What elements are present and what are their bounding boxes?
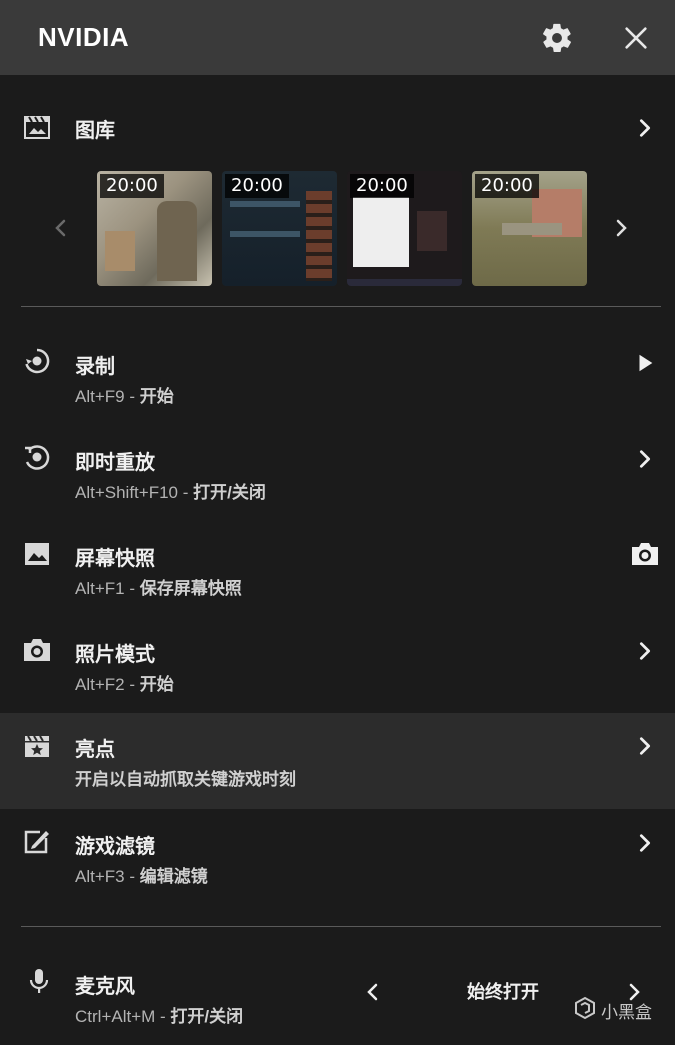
gallery-thumbnail[interactable]: 20:00 — [347, 171, 462, 286]
photo-mode-label: 照片模式 — [75, 644, 155, 666]
game-filter-icon — [24, 830, 49, 854]
chevron-right-icon[interactable] — [634, 640, 656, 662]
gallery-next-icon[interactable] — [612, 218, 630, 238]
close-icon[interactable] — [622, 24, 650, 52]
highlights-clapper-icon — [25, 735, 49, 757]
play-icon[interactable] — [634, 352, 656, 374]
section-divider — [21, 306, 661, 307]
screenshot-label: 屏幕快照 — [75, 548, 155, 570]
thumbnail-time: 20:00 — [350, 174, 414, 198]
watermark-text: 小黑盒 — [601, 1003, 652, 1022]
microphone-mode-prev-icon[interactable] — [364, 981, 382, 1003]
game-filter-label: 游戏滤镜 — [75, 836, 155, 858]
microphone-icon — [29, 969, 49, 993]
screenshot-shortcut: Alt+F1 - 保存屏幕快照 — [75, 579, 242, 598]
gallery-thumbnail[interactable]: 20:00 — [222, 171, 337, 286]
gallery-thumbnail[interactable]: 20:00 — [472, 171, 587, 286]
microphone-shortcut: Ctrl+Alt+M - 打开/关闭 — [75, 1007, 244, 1026]
photo-mode-shortcut: Alt+F2 - 开始 — [75, 675, 174, 694]
thumbnail-time: 20:00 — [100, 174, 164, 198]
instant-replay-row[interactable]: 即时重放 Alt+Shift+F10 - 打开/关闭 — [0, 426, 675, 521]
thumbnail-time: 20:00 — [475, 174, 539, 198]
section-divider — [21, 926, 661, 927]
thumbnail-time: 20:00 — [225, 174, 289, 198]
game-filter-shortcut: Alt+F3 - 编辑滤镜 — [75, 867, 208, 886]
gallery-label: 图库 — [75, 120, 115, 142]
instant-replay-shortcut: Alt+Shift+F10 - 打开/关闭 — [75, 483, 266, 502]
app-title: NVIDIA — [38, 22, 130, 52]
game-filter-row[interactable]: 游戏滤镜 Alt+F3 - 编辑滤镜 — [0, 810, 675, 905]
record-label: 录制 — [75, 356, 115, 378]
header-bar: NVIDIA — [0, 0, 675, 75]
highlights-label: 亮点 — [75, 739, 115, 761]
gallery-icon — [24, 116, 50, 139]
record-shortcut: Alt+F9 - 开始 — [75, 387, 174, 406]
chevron-right-icon[interactable] — [634, 832, 656, 854]
photo-mode-row[interactable]: 照片模式 Alt+F2 - 开始 — [0, 618, 675, 713]
instant-replay-icon — [25, 445, 50, 470]
image-icon — [25, 543, 49, 565]
gear-icon[interactable] — [540, 21, 574, 55]
photo-mode-camera-icon — [24, 639, 50, 661]
record-row[interactable]: 录制 Alt+F9 - 开始 — [0, 330, 675, 425]
instant-replay-label: 即时重放 — [75, 452, 155, 474]
chevron-right-icon[interactable] — [634, 735, 656, 757]
highlights-row[interactable]: 亮点 开启以自动抓取关键游戏时刻 — [0, 713, 675, 809]
record-icon — [25, 348, 50, 374]
screenshot-row[interactable]: 屏幕快照 Alt+F1 - 保存屏幕快照 — [0, 522, 675, 617]
watermark-logo-icon — [575, 996, 595, 1020]
camera-icon[interactable] — [630, 540, 660, 568]
highlights-description: 开启以自动抓取关键游戏时刻 — [75, 770, 296, 789]
gallery-prev-icon[interactable] — [52, 218, 70, 238]
chevron-right-icon[interactable] — [634, 448, 656, 470]
microphone-mode-value: 始终打开 — [467, 982, 539, 1002]
gallery-thumbnail[interactable]: 20:00 — [97, 171, 212, 286]
gallery-open-chevron-icon[interactable] — [634, 117, 656, 139]
microphone-label: 麦克风 — [75, 976, 135, 998]
